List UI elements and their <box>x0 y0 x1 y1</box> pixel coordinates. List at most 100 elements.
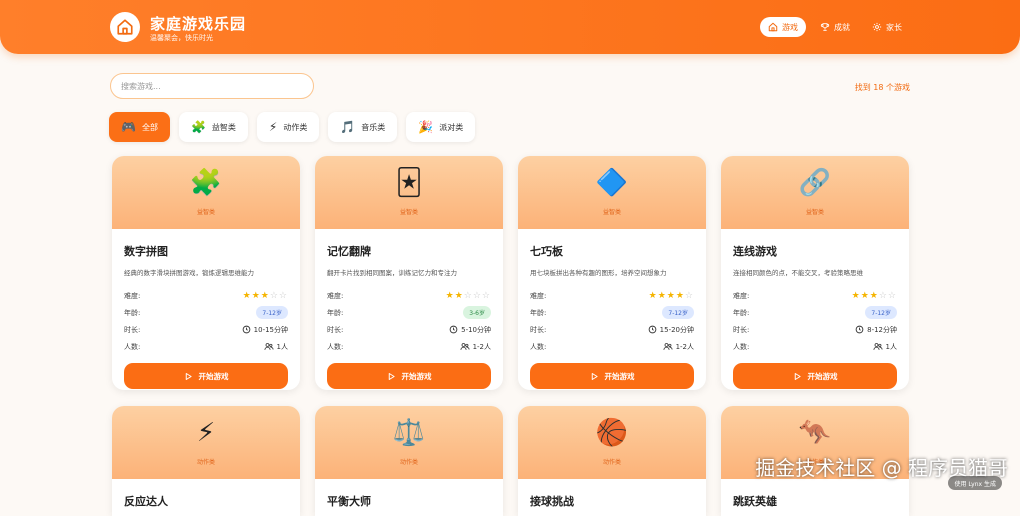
difficulty-stars: ★★★☆☆ <box>242 290 288 301</box>
players-label: 人数: <box>124 342 141 351</box>
duration-text: 15-20分钟 <box>659 325 694 334</box>
card-title: 平衡大师 <box>327 495 371 508</box>
card-title: 记忆翻牌 <box>327 245 371 258</box>
app-title: 家庭游戏乐园 <box>150 15 247 33</box>
card-title: 跳跃英雄 <box>733 495 777 508</box>
lynx-badge: 使用 Lynx 生成 <box>948 476 1002 490</box>
gear-icon <box>872 22 882 32</box>
play-button[interactable]: 开始游戏 <box>327 363 491 389</box>
difficulty-label: 难度: <box>124 291 141 300</box>
card-description: 翻开卡片找到相同图案，训练记忆力和专注力 <box>327 269 457 277</box>
clock-icon <box>648 325 656 334</box>
game-icon: 🧩 <box>189 168 223 198</box>
game-card[interactable]: 🔗 益智类 连线游戏 连接相同颜色的点，不能交叉，考验策略思维 难度: ★★★☆☆ 年龄: 7… <box>721 156 909 390</box>
difficulty-label: 难度: <box>327 291 344 300</box>
duration-label: 时长: <box>327 325 344 334</box>
card-banner: 🃏 益智类 <box>315 156 503 229</box>
card-category: 益智类 <box>196 209 215 216</box>
duration-value: 8-12分钟 <box>855 325 897 335</box>
filter-label: 全部 <box>141 122 158 132</box>
players-value: 1-2人 <box>460 342 491 352</box>
players-label: 人数: <box>733 342 750 351</box>
card-title: 反应达人 <box>124 495 168 508</box>
game-icon: 🔷 <box>595 168 629 198</box>
gamepad-icon: 🎮 <box>121 120 136 134</box>
category-filters: 🎮 全部 🧩 益智类 ⚡ 动作类 🎵 音乐类 🎉 派对类 <box>109 112 476 142</box>
card-category: 益智类 <box>602 209 621 216</box>
players-label: 人数: <box>327 342 344 351</box>
duration-value: 10-15分钟 <box>242 325 288 335</box>
result-count: 找到 18 个游戏 <box>854 83 910 92</box>
card-banner: ⚡ 动作类 <box>112 406 300 479</box>
lightning-icon: ⚡ <box>268 120 278 134</box>
card-category: 动作类 <box>602 459 621 466</box>
clock-icon <box>855 325 864 334</box>
players-text: 1人 <box>276 342 288 351</box>
card-category: 益智类 <box>805 209 824 216</box>
nav-parents[interactable]: 家长 <box>864 17 910 37</box>
card-title: 接球挑战 <box>530 495 574 508</box>
music-note-icon: 🎵 <box>340 120 356 134</box>
game-card[interactable]: 🧩 益智类 数字拼图 经典的数字滑块拼图游戏，锻炼逻辑思维能力 难度: ★★★☆☆ 年龄: 7… <box>112 156 300 390</box>
card-category: 动作类 <box>399 459 418 466</box>
filter-puzzle[interactable]: 🧩 益智类 <box>178 112 248 142</box>
clock-icon <box>242 325 250 334</box>
duration-label: 时长: <box>530 325 547 334</box>
players-value: 1人 <box>263 342 288 352</box>
game-icon: ⚡ <box>196 418 216 448</box>
filter-all[interactable]: 🎮 全部 <box>109 112 170 142</box>
search-input[interactable] <box>110 73 314 99</box>
difficulty-stars: ★★☆☆☆ <box>445 290 491 301</box>
filter-music[interactable]: 🎵 音乐类 <box>328 112 398 142</box>
play-label: 开始游戏 <box>198 371 229 381</box>
play-label: 开始游戏 <box>807 371 838 381</box>
play-button[interactable]: 开始游戏 <box>124 363 288 389</box>
filter-label: 益智类 <box>211 122 236 132</box>
players-text: 1-2人 <box>675 342 694 351</box>
game-card[interactable]: 🔷 益智类 七巧板 用七块板拼出各种有趣的图形，培养空间想象力 难度: ★★★★☆ 年龄: 7… <box>518 156 706 390</box>
play-icon <box>794 372 801 380</box>
duration-label: 时长: <box>733 325 750 334</box>
difficulty-label: 难度: <box>530 291 547 300</box>
card-title: 连线游戏 <box>733 245 777 258</box>
card-banner: 🔷 益智类 <box>518 156 706 229</box>
filter-party[interactable]: 🎉 派对类 <box>406 112 476 142</box>
nav-games[interactable]: 游戏 <box>760 17 806 37</box>
play-button[interactable]: 开始游戏 <box>530 363 694 389</box>
play-icon <box>591 372 598 380</box>
trophy-icon <box>820 23 830 31</box>
nav-achievements-label: 成就 <box>834 22 850 32</box>
players-value: 1-2人 <box>663 342 694 352</box>
game-icon: 🃏 <box>395 168 423 198</box>
nav-parents-label: 家长 <box>886 22 902 32</box>
duration-text: 10-15分钟 <box>253 325 288 334</box>
play-button[interactable]: 开始游戏 <box>733 363 897 389</box>
users-icon <box>263 343 274 350</box>
nav-achievements[interactable]: 成就 <box>812 17 858 37</box>
filter-action[interactable]: ⚡ 动作类 <box>256 112 320 142</box>
card-title: 数字拼图 <box>124 245 168 258</box>
duration-value: 5-10分钟 <box>449 325 491 335</box>
game-icon: 🏀 <box>595 418 629 448</box>
card-category: 动作类 <box>196 459 215 466</box>
players-text: 1-2人 <box>472 342 491 351</box>
age-badge: 3-6岁 <box>463 306 491 319</box>
age-label: 年龄: <box>327 308 344 317</box>
top-nav: 游戏 成就 家长 <box>760 17 910 37</box>
card-banner: ⚖️ 动作类 <box>315 406 503 479</box>
duration-text: 5-10分钟 <box>461 325 491 334</box>
card-description: 连接相同颜色的点，不能交叉，考验策略思维 <box>733 269 863 277</box>
card-banner: 🏀 动作类 <box>518 406 706 479</box>
age-label: 年龄: <box>530 308 547 317</box>
players-label: 人数: <box>530 342 547 351</box>
play-icon <box>388 372 395 380</box>
users-icon <box>872 343 883 350</box>
duration-label: 时长: <box>124 325 141 334</box>
home-icon <box>768 22 778 32</box>
home-icon <box>117 19 133 35</box>
game-card[interactable]: 🃏 益智类记忆翻牌翻开卡片找到相同图案，训练记忆力和专注力 难度: ★★☆☆☆ 年龄: 3… <box>315 156 503 390</box>
users-icon <box>460 343 470 350</box>
card-description: 用七块板拼出各种有趣的图形，培养空间想象力 <box>530 269 667 277</box>
logo[interactable] <box>110 12 140 42</box>
players-value: 1人 <box>872 342 897 352</box>
